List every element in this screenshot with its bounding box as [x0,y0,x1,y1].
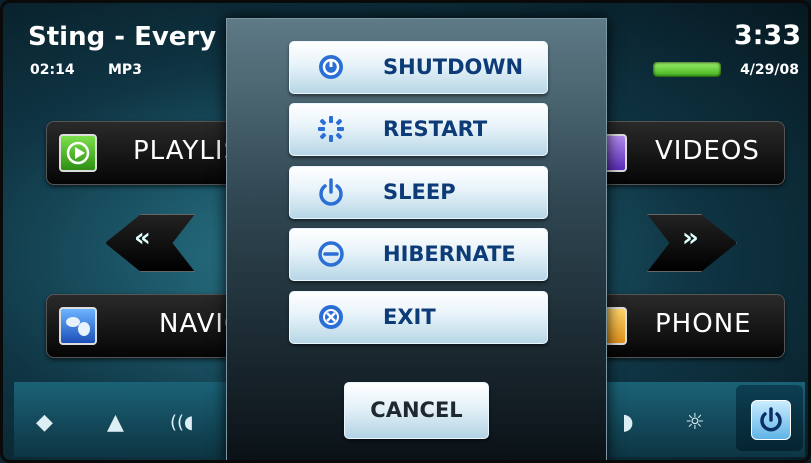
sleep-button[interactable]: SLEEP [289,166,548,219]
voice-command-icon[interactable]: ◗ [622,410,634,435]
audio-format: MP3 [108,62,142,78]
brightness-icon[interactable]: ☼ [685,410,705,435]
power-icon [760,407,782,432]
world-map-icon [59,307,97,345]
restart-label: RESTART [383,117,488,141]
shutdown-label: SHUTDOWN [383,55,524,79]
navigation-tile[interactable]: NAVIGATION [46,294,328,358]
shutdown-icon [319,55,343,79]
battery-indicator [653,62,721,77]
phone-label: PHONE [655,309,752,339]
power-options-dialog: SHUTDOWN RESTART SLEEP HIBERNATE EXIT CA… [226,18,607,463]
videos-label: VIDEOS [655,136,760,166]
sleep-icon [319,178,343,206]
chevron-up-icon[interactable]: ▲ [107,410,124,435]
play-icon [59,134,97,172]
double-right-arrow-icon: » [682,223,699,253]
clock: 3:33 [733,20,801,51]
next-page-button[interactable]: » [647,214,737,272]
hibernate-icon [318,241,344,267]
date: 4/29/08 [740,62,799,78]
restart-icon [318,116,344,142]
double-left-arrow-icon: « [134,223,151,253]
volume-icon[interactable]: ((◖ [170,412,194,433]
restart-button[interactable]: RESTART [289,103,548,156]
playlists-tile[interactable]: PLAYLISTS [46,121,274,185]
exit-label: EXIT [383,305,436,329]
videos-tile[interactable]: VIDEOS [580,121,785,185]
chevron-down-icon[interactable]: ◆ [36,410,53,435]
car-pc-screen: Sting - Every Breath You Take 02:14 MP3 … [0,0,811,463]
phone-tile[interactable]: PHONE [580,294,785,358]
previous-page-button[interactable]: « [105,214,195,272]
shutdown-button[interactable]: SHUTDOWN [289,41,548,94]
sleep-label: SLEEP [383,180,456,204]
hibernate-label: HIBERNATE [383,242,516,266]
cancel-label: CANCEL [370,398,463,422]
exit-icon [319,305,343,329]
elapsed-time: 02:14 [30,62,75,78]
exit-button[interactable]: EXIT [289,291,548,344]
power-button[interactable] [751,400,791,440]
hibernate-button[interactable]: HIBERNATE [289,228,548,281]
cancel-button[interactable]: CANCEL [344,382,489,439]
